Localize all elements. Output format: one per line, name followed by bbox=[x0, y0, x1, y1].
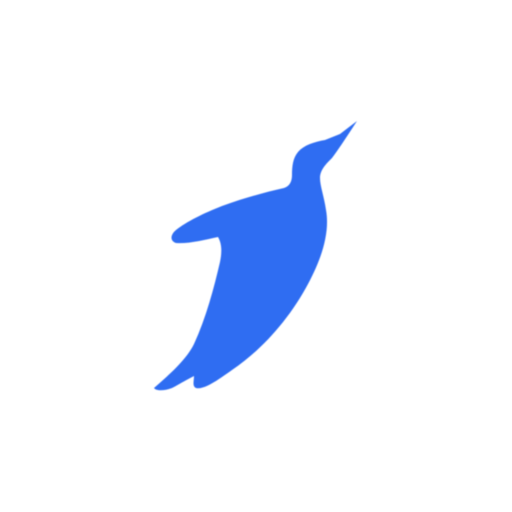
penguin-icon bbox=[0, 0, 512, 512]
penguin-silhouette bbox=[154, 121, 357, 391]
icon-canvas bbox=[0, 0, 512, 512]
